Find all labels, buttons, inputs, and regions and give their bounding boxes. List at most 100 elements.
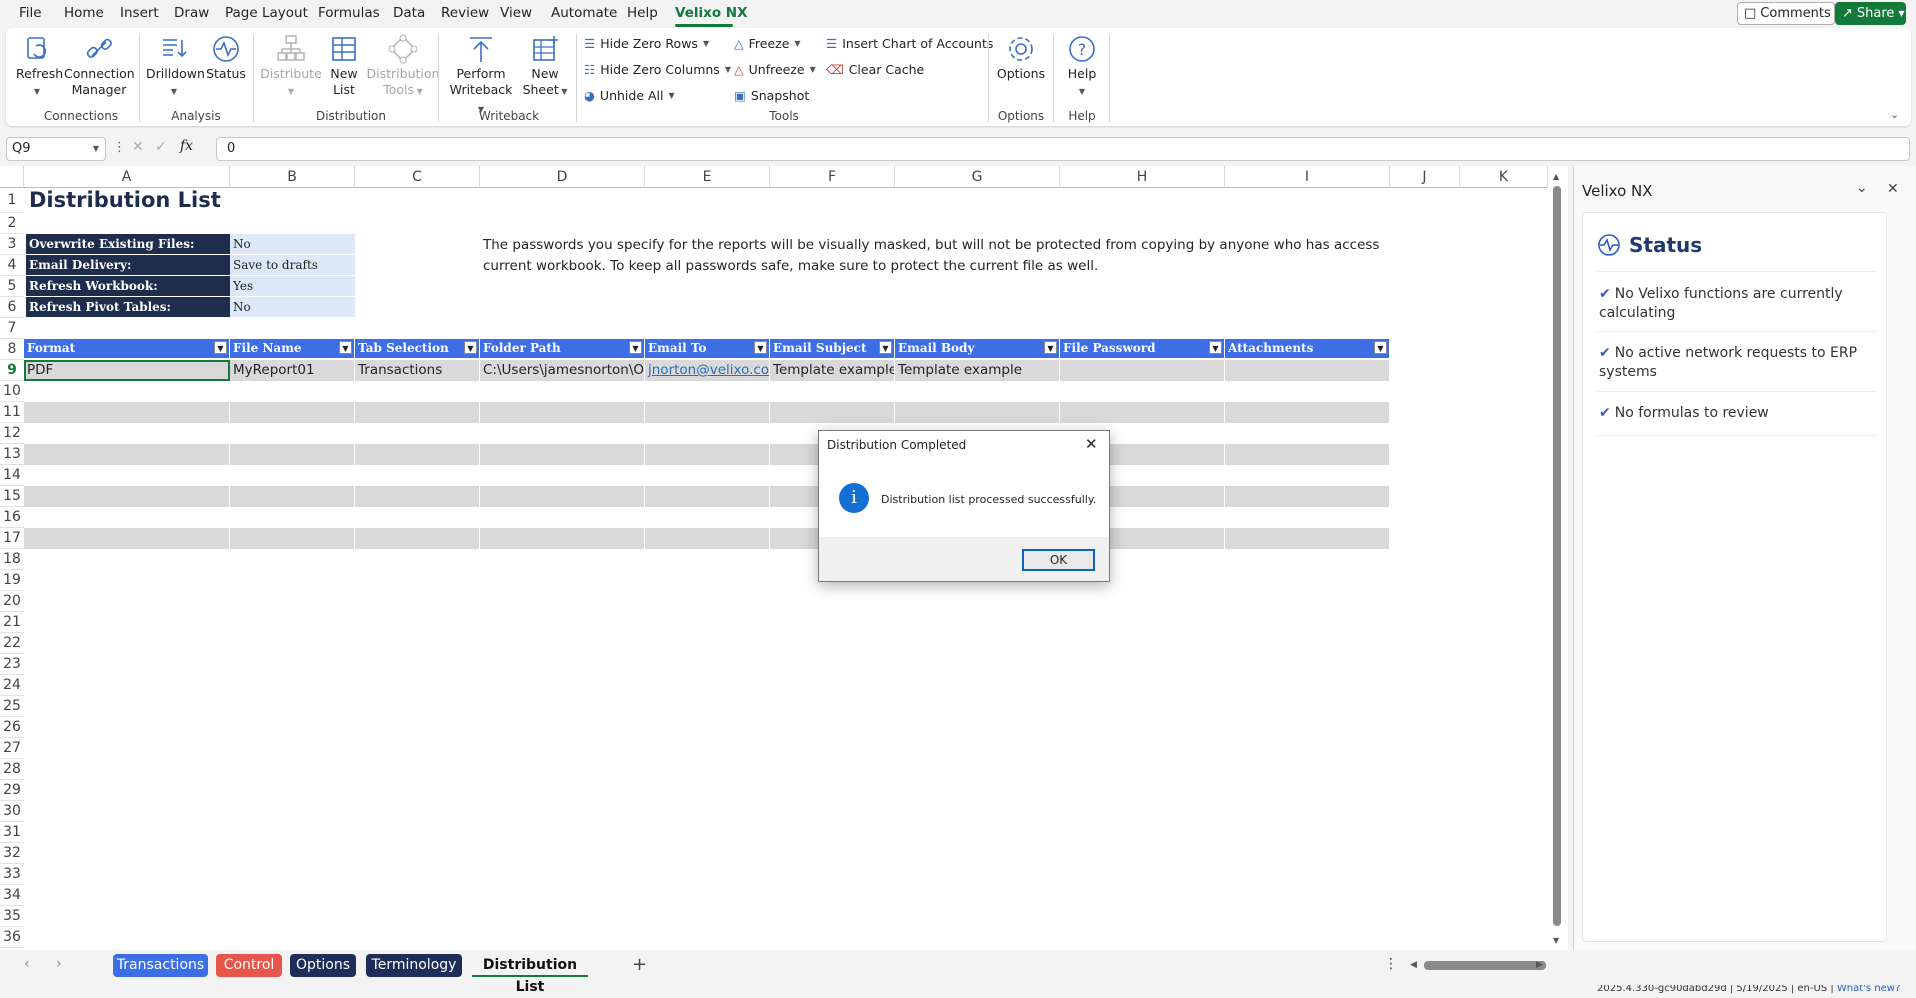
setting-value[interactable]: Save to drafts (230, 255, 355, 275)
table-cell[interactable]: Transactions (355, 360, 480, 381)
perform-writeback-button[interactable]: Perform Writeback ▼ (446, 34, 516, 118)
table-cell[interactable] (895, 402, 1060, 423)
row-header[interactable]: 24 (0, 675, 24, 696)
filter-dropdown-icon[interactable]: ▼ (629, 341, 642, 354)
connection-manager-button[interactable]: Connection Manager (64, 34, 135, 98)
hide-zero-rows-button[interactable]: ☰ Hide Zero Rows ▼ (584, 36, 709, 51)
table-cell[interactable] (24, 528, 230, 549)
scroll-left-icon[interactable]: ◀ (1410, 960, 1417, 970)
row-header[interactable]: 26 (0, 717, 24, 738)
row-header[interactable]: 3 (0, 234, 24, 255)
sheet-title[interactable]: Distribution List (26, 188, 426, 213)
table-cell[interactable] (24, 444, 230, 465)
table-cell[interactable] (1225, 486, 1390, 507)
row-header[interactable]: 18 (0, 549, 24, 570)
table-cell[interactable] (355, 444, 480, 465)
distribute-button[interactable]: Distribute ▼ (260, 34, 322, 100)
table-cell[interactable] (24, 507, 230, 528)
unhide-all-button[interactable]: ◕ Unhide All ▼ (584, 88, 675, 103)
table-cell[interactable]: Template example (770, 360, 895, 381)
table-cell[interactable] (645, 402, 770, 423)
hide-zero-columns-button[interactable]: ☷ Hide Zero Columns ▼ (584, 62, 731, 77)
help-button[interactable]: ? Help ▼ (1060, 34, 1104, 100)
row-header[interactable]: 10 (0, 381, 24, 402)
table-cell[interactable] (645, 465, 770, 486)
row-header[interactable]: 15 (0, 486, 24, 507)
table-cell[interactable] (480, 423, 645, 444)
insert-function-button[interactable]: fx (180, 138, 193, 154)
table-header[interactable]: Tab Selection ▼ (355, 339, 480, 358)
setting-value[interactable]: No (230, 234, 355, 254)
table-cell[interactable]: C:\Users\jamesnorton\O (480, 360, 645, 381)
table-header[interactable]: File Password ▼ (1060, 339, 1225, 358)
table-cell[interactable] (355, 528, 480, 549)
sheet-tab-options[interactable]: Options (290, 954, 356, 977)
row-header[interactable]: 12 (0, 423, 24, 444)
menu-tab-home[interactable]: Home (64, 5, 104, 21)
row-header[interactable]: 14 (0, 465, 24, 486)
table-cell[interactable] (645, 486, 770, 507)
table-header[interactable]: Folder Path ▼ (480, 339, 645, 358)
close-panel-icon[interactable]: ✕ (1887, 181, 1899, 197)
table-cell[interactable] (355, 423, 480, 444)
table-cell[interactable] (895, 381, 1060, 402)
sheet-tab-transactions[interactable]: Transactions (113, 954, 208, 977)
formula-input[interactable]: 0 (216, 137, 1910, 161)
row-header[interactable]: 36 (0, 927, 24, 948)
table-cell[interactable] (645, 423, 770, 444)
table-cell[interactable] (480, 465, 645, 486)
prev-sheet-icon[interactable]: ‹ (24, 956, 30, 972)
ok-button[interactable]: OK (1022, 549, 1095, 571)
table-cell[interactable] (1225, 381, 1390, 402)
row-header[interactable]: 9 (0, 360, 24, 381)
vertical-scrollbar[interactable]: ▲ ▼ (1548, 166, 1568, 950)
select-all-corner[interactable] (0, 166, 24, 188)
table-cell[interactable] (230, 528, 355, 549)
freeze-button[interactable]: △ Freeze ▼ (734, 36, 801, 51)
row-header[interactable]: 11 (0, 402, 24, 423)
table-cell[interactable] (1225, 507, 1390, 528)
sheet-tab-control[interactable]: Control (216, 954, 282, 977)
column-header[interactable]: H (1060, 166, 1225, 188)
filter-dropdown-icon[interactable]: ▼ (1374, 341, 1387, 354)
column-header[interactable]: A (24, 166, 230, 188)
enter-icon[interactable]: ✓ (155, 139, 167, 155)
row-header[interactable]: 20 (0, 591, 24, 612)
table-cell[interactable] (770, 402, 895, 423)
table-cell[interactable] (355, 381, 480, 402)
table-cell[interactable] (24, 465, 230, 486)
table-header[interactable]: Email To ▼ (645, 339, 770, 358)
table-cell[interactable] (355, 465, 480, 486)
clear-cache-button[interactable]: ⌫ Clear Cache (826, 62, 924, 77)
table-header[interactable]: Email Subject ▼ (770, 339, 895, 358)
table-cell[interactable] (1225, 423, 1390, 444)
menu-tab-help[interactable]: Help (627, 5, 658, 21)
horizontal-scrollbar[interactable] (1424, 961, 1546, 970)
menu-tab-formulas[interactable]: Formulas (318, 5, 380, 21)
row-header[interactable]: 6 (0, 297, 24, 318)
table-header[interactable]: Email Body ▼ (895, 339, 1060, 358)
table-cell[interactable] (230, 486, 355, 507)
table-cell[interactable]: PDF (24, 360, 230, 381)
menu-tab-view[interactable]: View (500, 5, 532, 21)
table-cell[interactable] (230, 465, 355, 486)
setting-value[interactable]: No (230, 297, 355, 317)
filter-dropdown-icon[interactable]: ▼ (879, 341, 892, 354)
table-cell[interactable] (1225, 444, 1390, 465)
column-header[interactable]: E (645, 166, 770, 188)
row-header[interactable]: 27 (0, 738, 24, 759)
row-header[interactable]: 33 (0, 864, 24, 885)
close-icon[interactable]: ✕ (1085, 435, 1098, 453)
table-cell[interactable] (230, 444, 355, 465)
table-cell[interactable] (480, 402, 645, 423)
next-sheet-icon[interactable]: › (56, 956, 62, 972)
share-button[interactable]: ↗ Share ▼ (1835, 2, 1906, 25)
menu-tab-file[interactable]: File (19, 5, 42, 21)
menu-tab-draw[interactable]: Draw (174, 5, 209, 21)
table-cell[interactable] (355, 402, 480, 423)
snapshot-button[interactable]: ▣ Snapshot (734, 88, 809, 103)
table-cell[interactable] (1060, 402, 1225, 423)
row-header[interactable]: 32 (0, 843, 24, 864)
table-cell[interactable] (1225, 465, 1390, 486)
table-cell[interactable] (645, 444, 770, 465)
